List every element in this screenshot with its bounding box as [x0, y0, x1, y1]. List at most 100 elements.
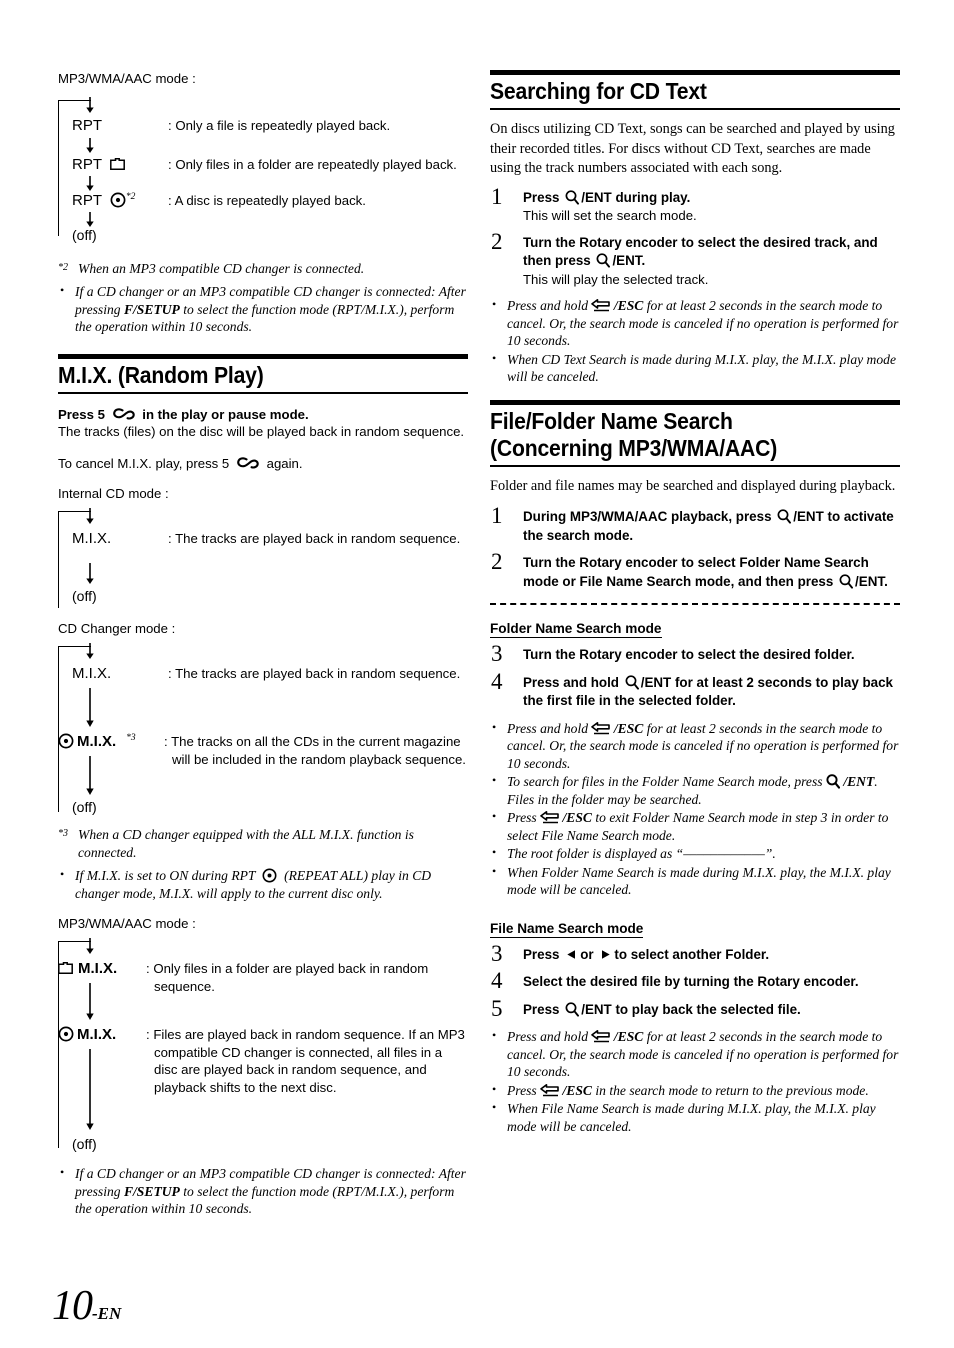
page-number-value: 10 — [52, 1283, 93, 1329]
flow-key-label: M.I.X. — [77, 1026, 117, 1043]
mix-cancel-post: again. — [266, 455, 303, 471]
mix-press-post: in the play or pause mode. — [142, 406, 309, 422]
down-arrow-icon — [83, 688, 97, 733]
section-heading-cd-text: Searching for CD Text — [490, 70, 900, 110]
flow-row-desc: : The tracks on all the CDs in the curre… — [164, 734, 466, 767]
step-text: to select the desired track, and then pr… — [523, 234, 878, 269]
note-item: When File Name Search is made during M.I… — [490, 1099, 900, 1135]
footnote-marker: *3 — [126, 733, 136, 743]
mix-loop-icon — [112, 407, 135, 421]
magnifier-icon — [777, 509, 792, 524]
mp3-mix-flow-diagram: M.I.X. : Only files in a folder are play… — [58, 935, 468, 1153]
step-text: /ENT. — [612, 253, 646, 268]
step-item: 3 Turn the Rotary encoder to select the … — [490, 642, 900, 665]
flow-row: M.I.X. *3 : The tracks on all the CDs in … — [58, 732, 468, 768]
flow-row-desc: : The tracks are played back in random s… — [168, 531, 461, 546]
mix-press-subtext: The tracks (files) on the disc will be p… — [58, 424, 465, 439]
down-arrow-icon — [83, 508, 97, 530]
footnote-marker: *2 — [125, 191, 136, 202]
disc-icon — [110, 192, 126, 208]
internal-cd-mode-label: Internal CD mode : — [58, 486, 169, 501]
step-text: to select another Folder. — [614, 946, 770, 962]
note-item: If a CD changer or an MP3 compatible CD … — [58, 1164, 468, 1218]
step-text: During MP3/WMA/AAC playback, press — [523, 509, 772, 524]
triangle-left-icon — [566, 947, 577, 959]
step-number: 1 — [491, 183, 503, 209]
heading-rule-bottom — [490, 464, 900, 467]
flow-row: RPT : Only a file is repeatedly played b… — [58, 116, 468, 135]
step-heading: During MP3/WMA/AAC playback, press /ENT … — [523, 508, 900, 545]
ff-search-intro: Folder and file names may be searched an… — [490, 477, 896, 494]
step-number: 4 — [491, 968, 503, 993]
esc-back-arrow-icon — [540, 811, 559, 824]
step-number: 2 — [491, 228, 503, 254]
down-arrow-icon — [83, 938, 97, 960]
step-text: Select the desired file by turning the — [523, 974, 754, 989]
flow-key-label: (off) — [72, 799, 97, 815]
page-number-suffix: -EN — [92, 1304, 122, 1323]
note-item: When CD Text Search is made during M.I.X… — [490, 350, 900, 386]
step-number: 4 — [491, 668, 503, 694]
step-heading: Select the desired file by turning the R… — [523, 973, 900, 992]
note-list: If M.I.X. is set to ON during RPT (REPEA… — [58, 866, 468, 902]
section-heading-mix: M.I.X. (Random Play) — [58, 353, 468, 394]
folder-name-search-mode-title: Folder Name Search mode — [490, 621, 662, 638]
note-list: Press and hold /ESC for at least 2 secon… — [490, 719, 900, 899]
internal-mix-flow-diagram: M.I.X. : The tracks are played back in r… — [58, 505, 468, 613]
footnote-text: When a CD changer equipped with the ALL … — [78, 827, 414, 860]
down-arrow-icon — [83, 563, 97, 590]
flow-key-label: M.I.X. — [72, 665, 112, 682]
mix-cancel-pre: To cancel M.I.X. play, press 5 — [58, 455, 230, 471]
heading-rule-bottom — [58, 391, 468, 394]
note-text-pre: If M.I.X. is set to ON during RPT — [75, 868, 256, 883]
down-arrow-icon — [83, 643, 97, 665]
note-item: The root folder is displayed as “–––––––… — [490, 844, 900, 863]
esc-back-arrow-icon — [591, 1030, 611, 1043]
magnifier-icon — [565, 189, 580, 205]
disc-icon — [58, 733, 74, 749]
mix-press-instruction: Press 5 in the play or pause mode. — [58, 406, 468, 424]
down-arrow-icon — [83, 1049, 97, 1136]
note-list: If a CD changer or an MP3 compatible CD … — [58, 1164, 468, 1218]
flow-row: M.I.X. : The tracks are played back in r… — [58, 529, 468, 548]
flow-row-desc: : Only files in a folder are played back… — [146, 961, 429, 994]
footnote-marker: *3 — [58, 828, 68, 839]
note-text: When CD Text Search is made during M.I.X… — [507, 351, 896, 385]
step-text: Turn the — [523, 647, 576, 662]
note-item: If M.I.X. is set to ON during RPT (REPEA… — [58, 866, 468, 902]
flow-row: (off) — [58, 798, 468, 817]
step-text-bold: Rotary encoder. — [757, 974, 859, 989]
page-number: 10-EN — [52, 1282, 121, 1330]
note-text: When Folder Name Search is made during M… — [507, 864, 891, 898]
note-item: Press /ESC to exit Folder Name Search mo… — [490, 808, 900, 844]
step-number: 5 — [491, 995, 503, 1021]
step-item: 5 Press /ENT to play back the selected f… — [490, 997, 900, 1020]
right-column: Searching for CD Text On discs utilizing… — [490, 70, 900, 1145]
heading-title-line2: (Concerning MP3/WMA/AAC) — [490, 434, 778, 461]
note-item: To search for files in the Folder Name S… — [490, 772, 900, 808]
note-item: When Folder Name Search is made during M… — [490, 863, 900, 899]
disc-icon — [58, 1026, 74, 1042]
step-heading: Press /ENT during play. — [523, 189, 900, 208]
flow-row-desc: : The tracks are played back in random s… — [168, 666, 461, 681]
step-heading: Turn the Rotary encoder to select the de… — [523, 234, 900, 271]
note-item: Press and hold /ESC for at least 2 secon… — [490, 1027, 900, 1081]
file-name-search-mode-title: File Name Search mode — [490, 920, 644, 938]
magnifier-icon — [826, 774, 840, 789]
down-arrow-icon — [83, 756, 97, 801]
manual-page: MP3/WMA/AAC mode : RPT : Only a file is … — [0, 0, 954, 1348]
step-text: Press — [523, 946, 560, 962]
step-text-bold: Rotary encoder — [579, 234, 678, 250]
flow-row: (off) — [58, 226, 468, 245]
step-item: 4 Press and hold /ENT for at least 2 sec… — [490, 670, 900, 711]
mix-press-pre: Press 5 — [58, 406, 105, 422]
flow-row: (off) — [58, 587, 468, 606]
flow-key-label: RPT — [72, 155, 102, 173]
flow-row: M.I.X. : Files are played back in random… — [58, 1025, 468, 1096]
folder-icon — [58, 960, 73, 974]
note-item: If a CD changer or an MP3 compatible CD … — [58, 282, 468, 336]
step-text: Press — [523, 189, 560, 205]
step-number: 2 — [491, 549, 503, 574]
step-item: 3 Press or to select another Folder. — [490, 942, 900, 965]
cd-text-intro: On discs utilizing CD Text, songs can be… — [490, 121, 895, 176]
